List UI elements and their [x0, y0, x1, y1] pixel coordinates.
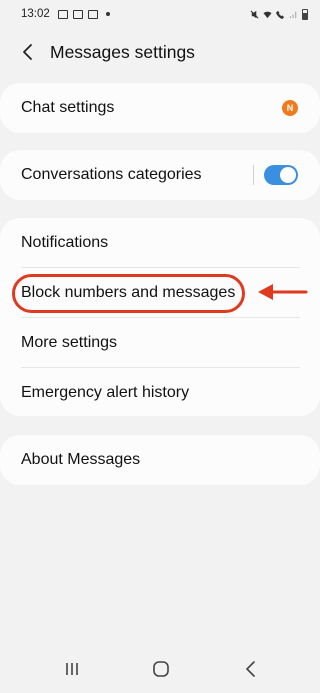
status-right	[250, 8, 308, 20]
chat-settings-card: Chat settings N	[0, 83, 320, 133]
block-numbers-label: Block numbers and messages	[21, 284, 236, 301]
emergency-alert-history-label: Emergency alert history	[21, 384, 190, 401]
status-left: 13:02	[21, 8, 110, 20]
chat-settings-label: Chat settings	[21, 99, 115, 116]
settings-list-card: Notifications Block numbers and messages…	[0, 218, 320, 416]
notifications-item[interactable]: Notifications	[0, 218, 320, 268]
wifi-calling-icon	[276, 10, 285, 19]
more-settings-label: More settings	[21, 334, 118, 351]
gallery-notification-icon	[57, 9, 68, 19]
back-nav-icon[interactable]	[241, 659, 261, 679]
about-messages-card: About Messages	[0, 435, 320, 485]
about-messages-label: About Messages	[21, 451, 141, 468]
photo-notification-icon	[72, 9, 83, 19]
battery-icon	[302, 8, 308, 20]
block-numbers-item[interactable]: Block numbers and messages	[0, 268, 320, 318]
signal-icon	[289, 11, 297, 18]
app-header: Messages settings	[0, 34, 320, 70]
wifi-icon	[263, 11, 272, 18]
calendar-notification-icon	[87, 9, 98, 19]
back-arrow-icon[interactable]	[20, 43, 38, 61]
navigation-bar	[0, 645, 320, 693]
about-messages-item[interactable]: About Messages	[0, 435, 320, 485]
mute-icon	[250, 10, 259, 18]
toggle-knob	[280, 167, 296, 183]
new-badge: N	[282, 100, 298, 116]
status-time: 13:02	[21, 8, 50, 20]
home-icon[interactable]	[151, 659, 171, 679]
more-settings-item[interactable]: More settings	[0, 318, 320, 368]
emergency-alert-history-item[interactable]: Emergency alert history	[0, 368, 320, 418]
status-bar: 13:02	[0, 0, 320, 28]
conversations-categories-label: Conversations categories	[21, 166, 202, 183]
conversations-categories-item[interactable]: Conversations categories	[0, 150, 320, 200]
notifications-label: Notifications	[21, 234, 109, 251]
vertical-divider	[253, 165, 254, 185]
conversations-categories-card: Conversations categories	[0, 150, 320, 200]
chat-settings-item[interactable]: Chat settings N	[0, 83, 320, 133]
conversations-categories-toggle[interactable]	[264, 165, 298, 185]
recent-apps-icon[interactable]	[62, 659, 82, 679]
page-title: Messages settings	[50, 41, 195, 62]
more-notifications-dot-icon	[105, 12, 110, 16]
